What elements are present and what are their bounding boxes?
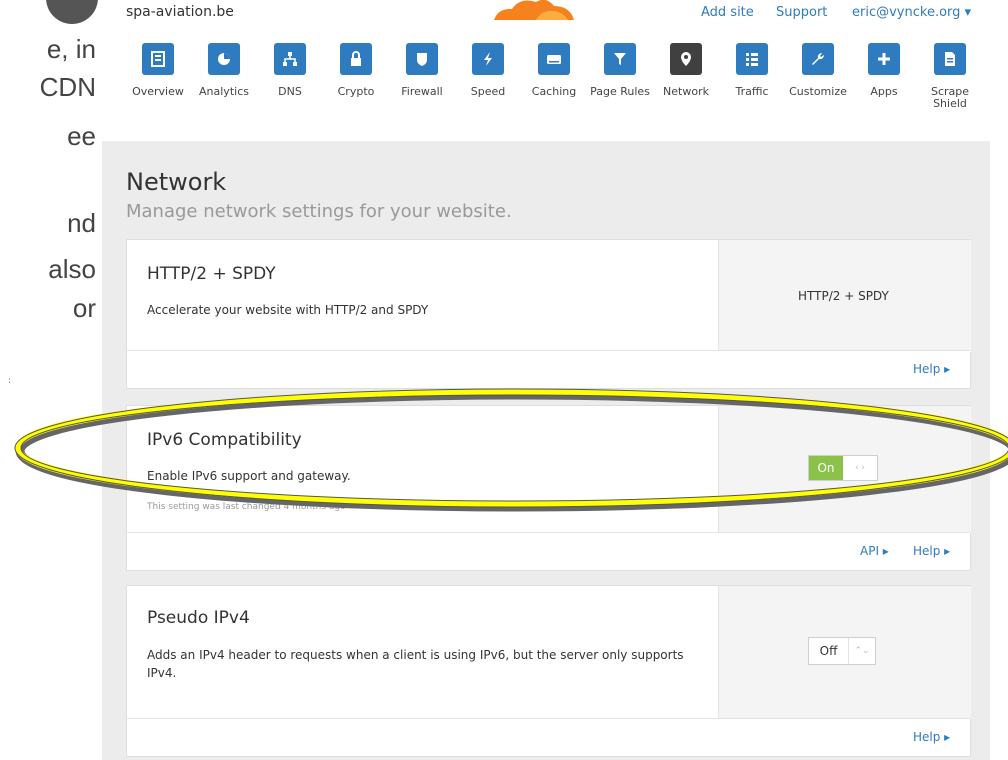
nav-caching[interactable]: Caching <box>521 43 587 98</box>
add-site-link[interactable]: Add site <box>701 5 754 20</box>
lock-icon <box>351 51 361 66</box>
nav-page-rules[interactable]: Page Rules <box>587 43 653 98</box>
card-footer: Help ▸ <box>127 350 970 388</box>
nav-label: Customize <box>789 85 847 98</box>
nav-traffic[interactable]: Traffic <box>719 43 785 98</box>
toggle-on-label: On <box>809 456 843 480</box>
nav-label: Scrape Shield <box>930 85 970 110</box>
wrench-icon <box>812 52 825 65</box>
card-control: HTTP/2 + SPDY <box>719 240 971 352</box>
slide-line: nd <box>67 208 96 238</box>
card-footer: API ▸ Help ▸ <box>127 532 970 570</box>
select-value: Off <box>809 638 849 664</box>
slide-line: or <box>72 293 96 323</box>
card-description: Adds an IPv4 header to requests when a c… <box>147 648 684 680</box>
slide-text-fragment: e, in CDN ee nd also or : <box>0 0 100 760</box>
nav-scrape-shield[interactable]: Scrape Shield <box>917 43 983 110</box>
filter-icon <box>614 53 626 65</box>
help-link[interactable]: Help ▸ <box>913 544 950 558</box>
site-domain[interactable]: spa-aviation.be <box>126 4 234 20</box>
network-tree-icon <box>283 52 297 66</box>
card-body: HTTP/2 + SPDY Accelerate your website wi… <box>127 240 719 352</box>
cloudflare-logo[interactable] <box>490 0 580 22</box>
chevron-down-icon: ▾ <box>964 5 972 20</box>
help-link[interactable]: Help ▸ <box>913 362 950 376</box>
card-title: HTTP/2 + SPDY <box>147 264 276 284</box>
pseudo-ipv4-select[interactable]: Off ⌃⌄ <box>808 637 876 665</box>
slide-line: ee <box>67 121 96 151</box>
card-body: IPv6 Compatibility Enable IPv6 support a… <box>127 406 719 533</box>
card-control: Off ⌃⌄ <box>719 586 971 719</box>
nav-label: Crypto <box>337 85 375 98</box>
slide-dot: : <box>8 376 12 386</box>
nav-dns[interactable]: DNS <box>257 43 323 98</box>
nav-label: Overview <box>132 85 184 98</box>
nav-apps[interactable]: Apps <box>851 43 917 98</box>
nav-speed[interactable]: Speed <box>455 43 521 98</box>
slide-line: CDN <box>39 72 96 102</box>
page-title: Network <box>126 168 227 196</box>
card-description: Accelerate your website with HTTP/2 and … <box>147 303 429 317</box>
toggle-handle-icon: ‹ › <box>854 463 866 473</box>
nav-label: Apps <box>870 85 898 98</box>
plus-icon <box>878 53 890 65</box>
nav-analytics[interactable]: Analytics <box>191 43 257 98</box>
support-link[interactable]: Support <box>776 5 827 20</box>
nav-label: Firewall <box>401 85 443 98</box>
ipv6-toggle[interactable]: On ‹ › <box>808 455 878 481</box>
nav-overview[interactable]: Overview <box>125 43 191 98</box>
top-header: spa-aviation.be Add site Support eric@vy… <box>104 0 990 30</box>
overview-icon <box>151 51 165 67</box>
card-control: On ‹ › <box>719 406 971 533</box>
nav-label: Analytics <box>199 85 249 98</box>
card-title: IPv6 Compatibility <box>147 430 302 450</box>
nav-label: DNS <box>278 85 302 98</box>
setting-card-http2: HTTP/2 + SPDY Accelerate your website wi… <box>126 239 971 389</box>
user-email: eric@vyncke.org <box>852 5 961 20</box>
nav-label: Speed <box>470 85 506 98</box>
nav-network[interactable]: Network <box>653 43 719 98</box>
app-navigation: Overview Analytics DNS Crypto Firewall S… <box>120 43 990 133</box>
card-body: Pseudo IPv4 Adds an IPv4 header to reque… <box>127 586 719 719</box>
setting-card-pseudo-ipv4: Pseudo IPv4 Adds an IPv4 header to reque… <box>126 585 971 757</box>
nav-crypto[interactable]: Crypto <box>323 43 389 98</box>
document-icon <box>945 52 955 66</box>
page-subtitle: Manage network settings for your website… <box>126 201 512 222</box>
lightning-icon <box>484 52 492 66</box>
nav-label: Network <box>663 85 709 98</box>
nav-customize[interactable]: Customize <box>785 43 851 98</box>
http2-status-text: HTTP/2 + SPDY <box>798 289 889 303</box>
list-icon <box>746 53 758 66</box>
api-link[interactable]: API ▸ <box>860 544 889 558</box>
last-changed-note: This setting was last changed 4 months a… <box>147 502 346 512</box>
card-description: Enable IPv6 support and gateway. <box>147 469 351 483</box>
help-link[interactable]: Help ▸ <box>913 730 950 744</box>
card-title: Pseudo IPv4 <box>147 608 250 628</box>
shield-icon <box>417 53 427 66</box>
location-pin-icon <box>681 52 691 66</box>
pie-chart-icon <box>218 53 230 65</box>
slide-line: e, in <box>46 34 96 64</box>
nav-label: Traffic <box>735 85 769 98</box>
select-arrows-icon: ⌃⌄ <box>854 646 870 656</box>
slide-line: also <box>48 254 96 284</box>
nav-label: Page Rules <box>590 85 650 98</box>
setting-card-ipv6: IPv6 Compatibility Enable IPv6 support a… <box>126 405 971 571</box>
drive-icon <box>547 55 561 64</box>
slide-bullet-shape <box>46 0 98 24</box>
card-footer: Help ▸ <box>127 718 970 756</box>
user-menu[interactable]: eric@vyncke.org ▾ <box>852 5 971 20</box>
nav-label: Caching <box>531 85 577 98</box>
nav-firewall[interactable]: Firewall <box>389 43 455 98</box>
